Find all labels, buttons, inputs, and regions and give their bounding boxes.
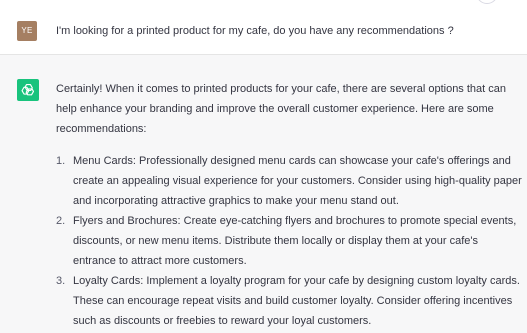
list-item-number: 3. <box>56 275 66 287</box>
list-item-text: Menu Cards: Professionally designed menu… <box>73 155 522 207</box>
chat-conversation: YE I'm looking for a printed product for… <box>0 0 527 333</box>
openai-logo-icon <box>21 83 35 96</box>
assistant-avatar <box>17 79 39 101</box>
list-item: 3. Loyalty Cards: Implement a loyalty pr… <box>56 271 522 331</box>
recommendation-list: 1. Menu Cards: Professionally designed m… <box>56 151 522 331</box>
list-item-text: Flyers and Brochures: Create eye-catchin… <box>73 215 517 267</box>
list-item: 2. Flyers and Brochures: Create eye-catc… <box>56 211 522 271</box>
list-item-text: Loyalty Cards: Implement a loyalty progr… <box>73 275 520 327</box>
assistant-message-row: Certainly! When it comes to printed prod… <box>0 55 527 333</box>
user-message-text: I'm looking for a printed product for my… <box>56 25 454 37</box>
list-item-number: 2. <box>56 215 66 227</box>
list-item: 1. Menu Cards: Professionally designed m… <box>56 151 522 211</box>
list-item-number: 1. <box>56 155 66 167</box>
user-avatar: YE <box>17 21 37 41</box>
assistant-intro-text: Certainly! When it comes to printed prod… <box>56 83 507 135</box>
user-message-row: YE I'm looking for a printed product for… <box>0 4 527 55</box>
